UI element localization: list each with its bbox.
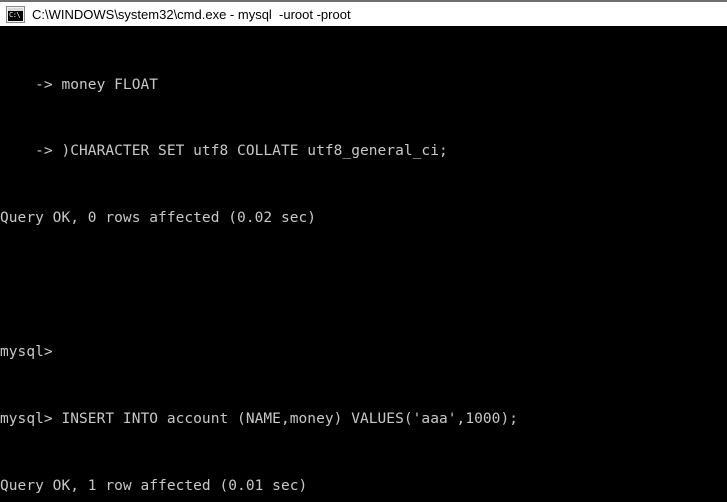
- cmd-console-icon: C:\: [7, 6, 24, 22]
- console-line: mysql> INSERT INTO account (NAME,money) …: [0, 411, 519, 428]
- console-line: mysql>: [0, 344, 53, 361]
- console-output-area[interactable]: -> money FLOAT -> )CHARACTER SET utf8 CO…: [0, 26, 727, 502]
- title-bar[interactable]: C:\ C:\WINDOWS\system32\cmd.exe - mysql …: [0, 0, 727, 26]
- console-line: Query OK, 0 rows affected (0.02 sec): [0, 210, 317, 227]
- cmd-window: C:\ C:\WINDOWS\system32\cmd.exe - mysql …: [0, 0, 727, 502]
- console-line: Query OK, 1 row affected (0.01 sec): [0, 477, 308, 494]
- console-line: -> money FLOAT: [0, 76, 159, 93]
- console-line: -> )CHARACTER SET utf8 COLLATE utf8_gene…: [0, 143, 448, 160]
- window-title: C:\WINDOWS\system32\cmd.exe - mysql -uro…: [32, 6, 351, 22]
- cmd-console-icon-glyph: C:\: [9, 10, 21, 19]
